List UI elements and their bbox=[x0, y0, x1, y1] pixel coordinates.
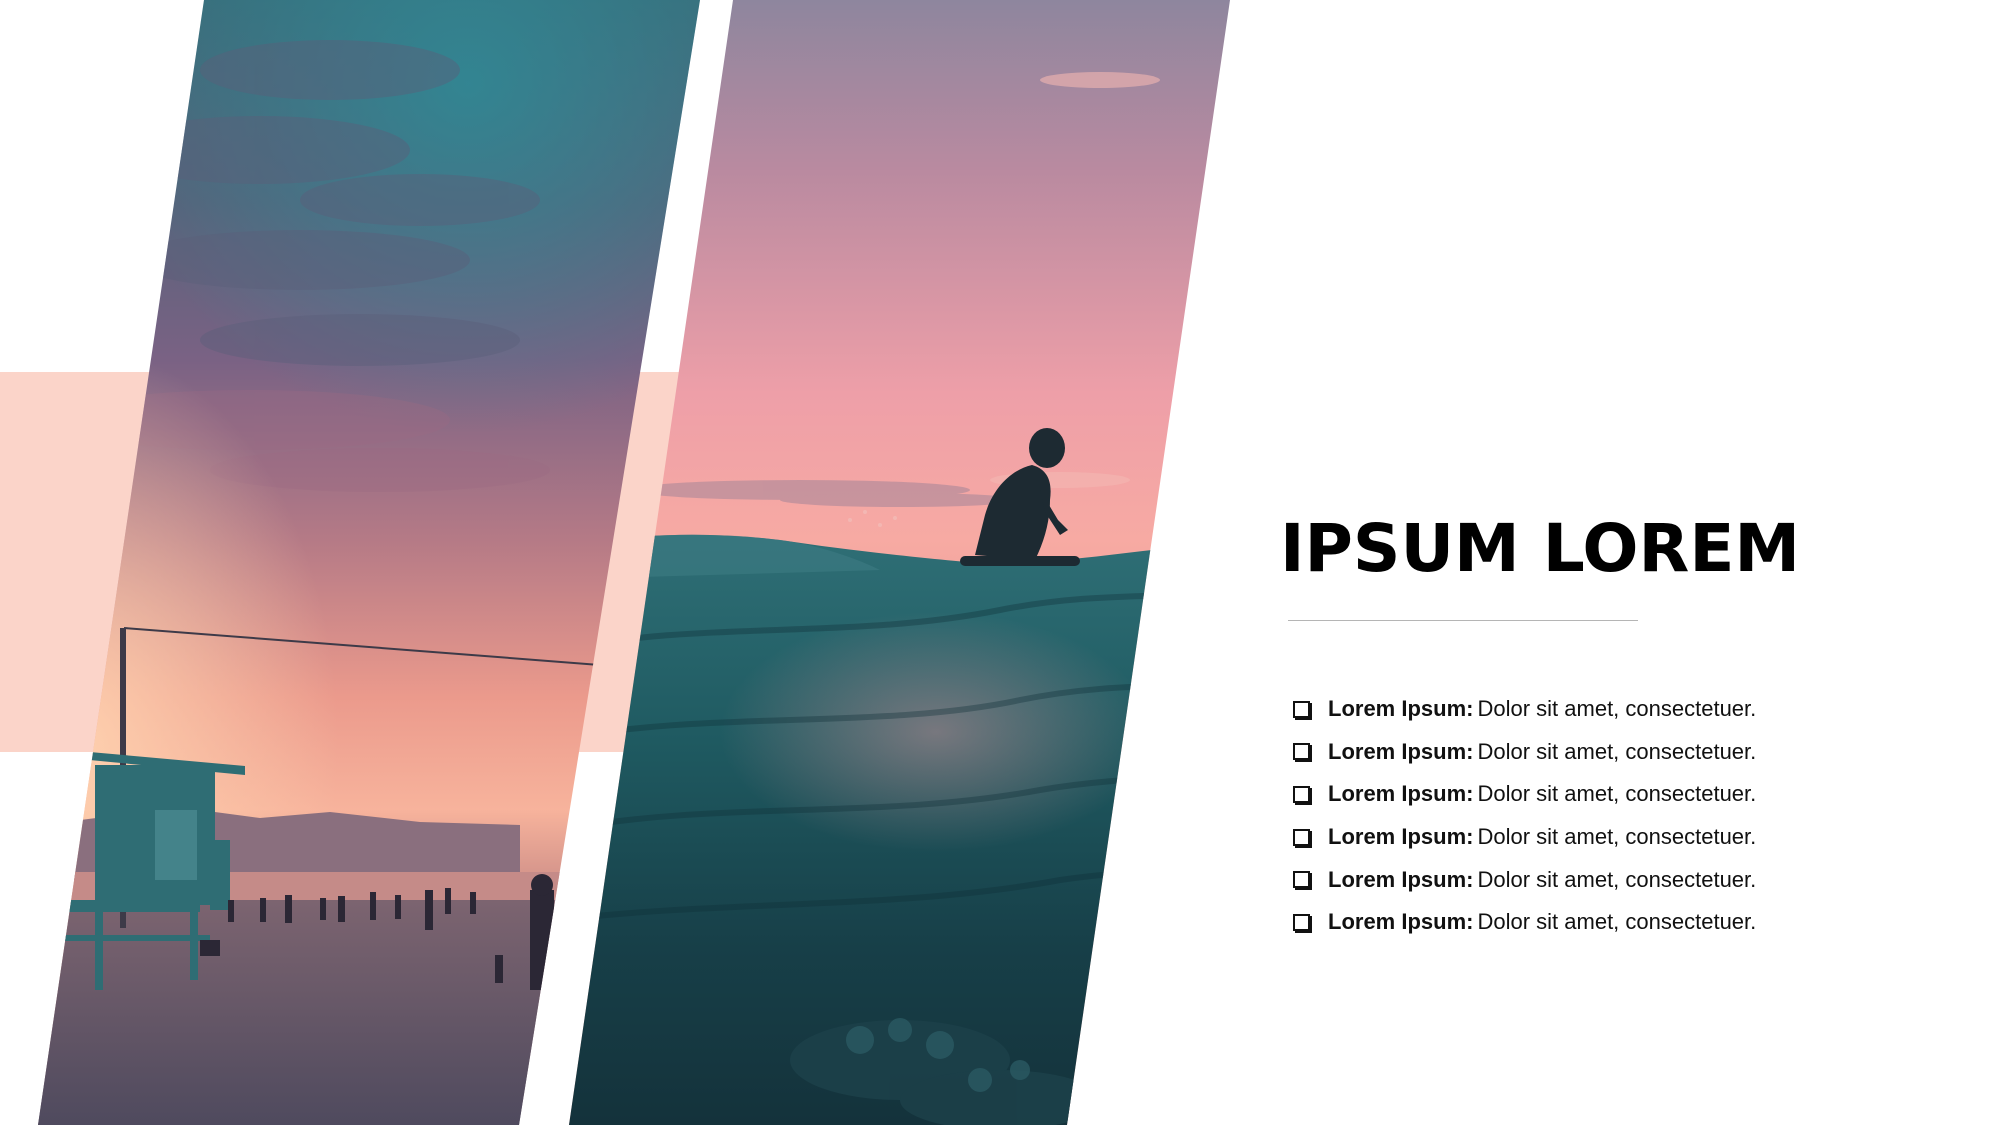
bullet-item: Lorem Ipsum: Dolor sit amet, consectetue… bbox=[1293, 816, 1756, 859]
bullet-label: Lorem Ipsum: bbox=[1328, 781, 1474, 807]
bullet-text: Dolor sit amet, consectetuer. bbox=[1477, 738, 1757, 764]
bullet-item: Lorem Ipsum: Dolor sit amet, consectetue… bbox=[1293, 901, 1756, 944]
bullet-item: Lorem Ipsum: Dolor sit amet, consectetue… bbox=[1293, 688, 1756, 731]
bullet-text: Dolor sit amet, consectetuer. bbox=[1477, 866, 1757, 892]
bullet-item: Lorem Ipsum: Dolor sit amet, consectetue… bbox=[1293, 858, 1756, 901]
bullet-text: Dolor sit amet, consectetuer. bbox=[1477, 781, 1757, 807]
slide: IPSUM LOREM Lorem Ipsum: Dolor sit amet,… bbox=[0, 0, 1999, 1125]
checkbox-icon bbox=[1293, 871, 1310, 889]
bullet-label: Lorem Ipsum: bbox=[1328, 909, 1474, 935]
checkbox-icon bbox=[1293, 743, 1310, 761]
checkbox-icon bbox=[1293, 913, 1310, 931]
bullet-item: Lorem Ipsum: Dolor sit amet, consectetue… bbox=[1293, 731, 1756, 774]
bullet-label: Lorem Ipsum: bbox=[1328, 696, 1474, 722]
title-divider bbox=[1288, 620, 1638, 621]
bullet-item: Lorem Ipsum: Dolor sit amet, consectetue… bbox=[1293, 773, 1756, 816]
checkbox-icon bbox=[1293, 700, 1310, 718]
bullet-label: Lorem Ipsum: bbox=[1328, 866, 1474, 892]
bullet-list: Lorem Ipsum: Dolor sit amet, consectetue… bbox=[1293, 688, 1756, 944]
slide-title: IPSUM LOREM bbox=[1280, 510, 1801, 587]
bullet-label: Lorem Ipsum: bbox=[1328, 824, 1474, 850]
checkbox-icon bbox=[1293, 828, 1310, 846]
bullet-text: Dolor sit amet, consectetuer. bbox=[1477, 824, 1757, 850]
checkbox-icon bbox=[1293, 785, 1310, 803]
bullet-text: Dolor sit amet, consectetuer. bbox=[1477, 909, 1757, 935]
bullet-label: Lorem Ipsum: bbox=[1328, 738, 1474, 764]
bullet-text: Dolor sit amet, consectetuer. bbox=[1477, 696, 1757, 722]
